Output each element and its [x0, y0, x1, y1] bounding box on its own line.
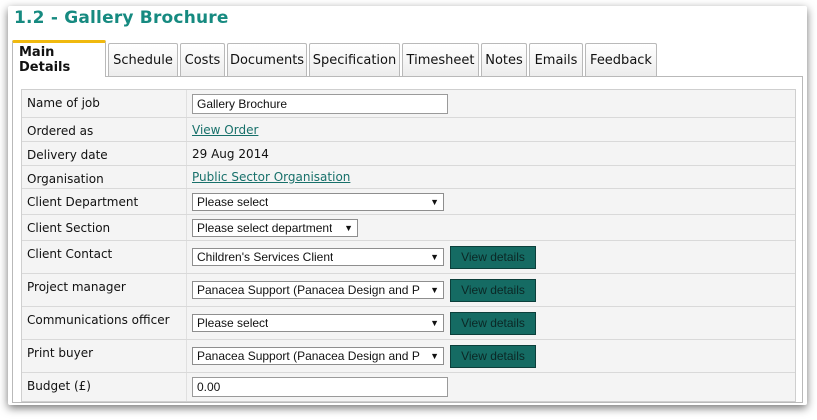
caret-down-icon: ▼	[430, 252, 439, 262]
tab-emails[interactable]: Emails	[529, 43, 583, 77]
client-department-selected: Please select	[197, 194, 269, 209]
details-table: Name of job Ordered as View Order Delive…	[21, 89, 796, 402]
job-name-input[interactable]	[192, 93, 448, 114]
organisation-link[interactable]: Public Sector Organisation	[192, 170, 350, 184]
print-buyer-label: Print buyer	[27, 346, 94, 360]
row-name-of-job: Name of job	[22, 90, 795, 118]
view-order-link[interactable]: View Order	[192, 123, 258, 137]
print-buyer-selected: Panacea Support (Panacea Design and P	[197, 349, 420, 363]
name-of-job-label: Name of job	[27, 96, 100, 110]
row-budget: Budget (£)	[22, 373, 795, 401]
organisation-label: Organisation	[27, 172, 104, 186]
tab-documents[interactable]: Documents	[227, 43, 307, 77]
caret-down-icon: ▼	[430, 285, 439, 295]
row-client-contact: Client Contact Children's Services Clien…	[22, 241, 795, 274]
tab-notes[interactable]: Notes	[481, 43, 527, 77]
row-project-manager: Project manager Panacea Support (Panacea…	[22, 274, 795, 307]
client-section-selected: Please select department	[197, 220, 333, 235]
tab-schedule[interactable]: Schedule	[108, 43, 178, 77]
client-contact-select[interactable]: Children's Services Client ▼	[192, 248, 444, 266]
budget-input[interactable]	[192, 377, 448, 397]
client-section-select[interactable]: Please select department ▼	[192, 218, 358, 237]
project-manager-view-details-button[interactable]: View details	[450, 278, 536, 302]
communications-officer-view-details-button[interactable]: View details	[450, 311, 536, 335]
caret-down-icon: ▼	[430, 351, 439, 361]
print-buyer-select[interactable]: Panacea Support (Panacea Design and P ▼	[192, 347, 444, 365]
page-title: 1.2 - Gallery Brochure	[14, 8, 229, 28]
tab-timesheet[interactable]: Timesheet	[402, 43, 479, 77]
row-ordered-as: Ordered as View Order	[22, 118, 795, 142]
print-buyer-view-details-button[interactable]: View details	[450, 344, 536, 368]
row-communications-officer: Communications officer Please select ▼ V…	[22, 307, 795, 340]
caret-down-icon: ▼	[430, 196, 439, 207]
tab-specification[interactable]: Specification	[309, 43, 400, 77]
delivery-date-label: Delivery date	[27, 148, 108, 162]
project-manager-select[interactable]: Panacea Support (Panacea Design and P ▼	[192, 281, 444, 299]
tab-bar: Main Details Schedule Costs Documents Sp…	[12, 37, 659, 77]
row-organisation: Organisation Public Sector Organisation	[22, 166, 795, 189]
communications-officer-selected: Please select	[197, 316, 269, 330]
row-client-department: Client Department Please select ▼	[22, 189, 795, 215]
client-contact-selected: Children's Services Client	[197, 250, 334, 264]
client-section-label: Client Section	[27, 221, 111, 235]
project-manager-label: Project manager	[27, 280, 126, 294]
row-delivery-date: Delivery date 29 Aug 2014	[22, 142, 795, 166]
communications-officer-select[interactable]: Please select ▼	[192, 314, 444, 332]
ordered-as-label: Ordered as	[27, 124, 94, 138]
client-contact-label: Client Contact	[27, 247, 113, 261]
tab-feedback[interactable]: Feedback	[585, 43, 657, 77]
job-window: 1.2 - Gallery Brochure Main Details Sche…	[8, 6, 807, 405]
communications-officer-label: Communications officer	[27, 313, 170, 327]
row-client-section: Client Section Please select department …	[22, 215, 795, 241]
project-manager-selected: Panacea Support (Panacea Design and P	[197, 283, 420, 297]
tab-main-details[interactable]: Main Details	[12, 40, 106, 77]
client-contact-view-details-button[interactable]: View details	[450, 245, 536, 269]
client-department-label: Client Department	[27, 195, 139, 209]
budget-label: Budget (£)	[27, 379, 91, 393]
client-department-select[interactable]: Please select ▼	[192, 192, 444, 211]
caret-down-icon: ▼	[344, 222, 353, 233]
row-print-buyer: Print buyer Panacea Support (Panacea Des…	[22, 340, 795, 373]
delivery-date-value: 29 Aug 2014	[192, 146, 269, 161]
tab-costs[interactable]: Costs	[180, 43, 225, 77]
main-details-panel: Name of job Ordered as View Order Delive…	[12, 76, 803, 403]
caret-down-icon: ▼	[430, 318, 439, 328]
